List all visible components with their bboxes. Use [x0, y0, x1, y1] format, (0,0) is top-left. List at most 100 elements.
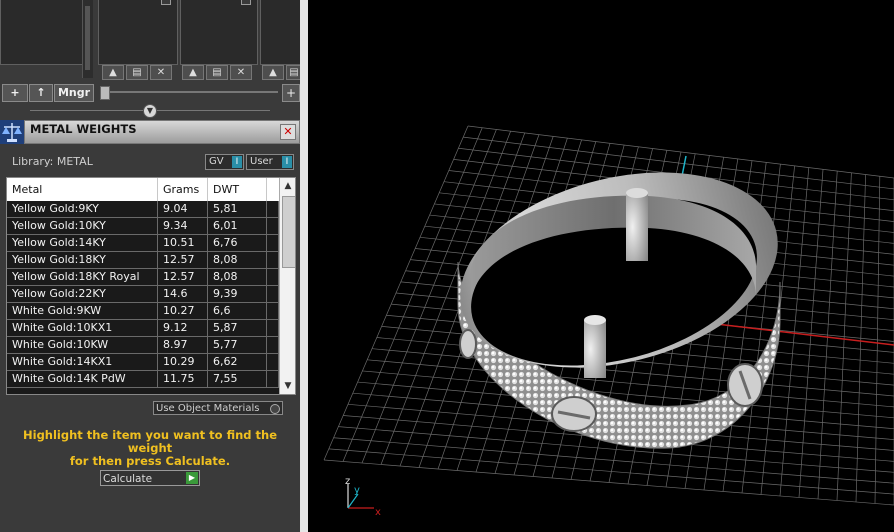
instruction-line-1: Highlight the item you want to find the …: [23, 428, 277, 455]
scale-icon: [0, 120, 24, 144]
cell-dwt: 8,08: [208, 252, 267, 268]
cell-grams: 10.51: [158, 235, 208, 251]
up-arrow-icon[interactable]: ▲: [182, 65, 204, 80]
table-row[interactable]: Yellow Gold:10KY 9.34 6,01: [7, 218, 279, 235]
swatch-tick: [241, 0, 251, 5]
z-axis-label: z: [345, 476, 350, 487]
radio-icon[interactable]: [270, 404, 280, 414]
y-axis-label: y: [354, 485, 360, 496]
table-row[interactable]: White Gold:14K PdW 11.75 7,55: [7, 371, 279, 388]
table-scrollbar[interactable]: ▲ ▼: [279, 178, 295, 394]
cell-grams: 12.57: [158, 252, 208, 268]
table-row[interactable]: White Gold:10KW 8.97 5,77: [7, 337, 279, 354]
swatch-3-buttons: ▲ ▤ ✕: [182, 65, 252, 80]
cell-metal: White Gold:14K PdW: [7, 371, 158, 387]
close-icon[interactable]: ✕: [280, 124, 296, 140]
cell-grams: 9.34: [158, 218, 208, 234]
metal-weights-header: METAL WEIGHTS ✕: [0, 120, 300, 144]
add-button[interactable]: +: [2, 84, 28, 102]
axis-gizmo: z y x: [345, 476, 381, 518]
chevron-up-icon[interactable]: ▲: [281, 180, 295, 192]
metal-weights-table: Metal Grams DWT Yellow Gold:9KY 9.04 5,81 Y…: [6, 177, 296, 395]
cell-dwt: 6,76: [208, 235, 267, 251]
use-object-materials-option[interactable]: Use Object Materials: [153, 401, 283, 415]
cell-spacer: [267, 218, 279, 234]
cell-spacer: [267, 286, 279, 302]
gv-toggle[interactable]: GV I: [205, 154, 244, 170]
cell-metal: Yellow Gold:22KY: [7, 286, 158, 302]
cell-metal: Yellow Gold:18KY Royal: [7, 269, 158, 285]
table-row[interactable]: Yellow Gold:18KY Royal 12.57 8,08: [7, 269, 279, 286]
play-icon: ▶: [186, 472, 198, 484]
cell-dwt: 9,39: [208, 286, 267, 302]
right-add-button[interactable]: +: [282, 84, 300, 102]
cell-metal: White Gold:10KX1: [7, 320, 158, 336]
table-row[interactable]: Yellow Gold:18KY 12.57 8,08: [7, 252, 279, 269]
material-swatch-2[interactable]: [98, 0, 178, 65]
cell-spacer: [267, 252, 279, 268]
size-slider-track[interactable]: [100, 91, 278, 93]
material-swatch-3[interactable]: [180, 0, 258, 65]
material-swatch-4[interactable]: [260, 0, 302, 65]
scrollbar-thumb[interactable]: [282, 196, 295, 268]
calculate-label: Calculate: [103, 473, 153, 485]
save-icon[interactable]: ▤: [126, 65, 148, 80]
library-label: Library: METAL: [12, 155, 93, 168]
table-row[interactable]: White Gold:14KX1 10.29 6,62: [7, 354, 279, 371]
cell-grams: 9.12: [158, 320, 208, 336]
cell-grams: 8.97: [158, 337, 208, 353]
cell-grams: 14.6: [158, 286, 208, 302]
column-header-grams[interactable]: Grams: [158, 178, 208, 201]
cell-dwt: 8,08: [208, 269, 267, 285]
panel-separator[interactable]: [300, 0, 308, 532]
up-button[interactable]: ↑: [29, 84, 53, 102]
size-slider-handle[interactable]: [100, 86, 110, 100]
save-icon[interactable]: ▤: [206, 65, 228, 80]
instruction-text: Highlight the item you want to find the …: [10, 429, 290, 468]
gv-toggle-label: GV: [209, 156, 224, 167]
user-toggle[interactable]: User I: [246, 154, 294, 170]
table-row[interactable]: White Gold:9KW 10.27 6,6: [7, 303, 279, 320]
column-header-dwt[interactable]: DWT: [208, 178, 267, 201]
table-body: Yellow Gold:9KY 9.04 5,81 Yellow Gold:10KY 9…: [7, 201, 279, 394]
cell-spacer: [267, 320, 279, 336]
cell-dwt: 7,55: [208, 371, 267, 387]
manager-button[interactable]: Mngr: [54, 84, 94, 102]
panel-title: METAL WEIGHTS: [30, 122, 137, 136]
cell-metal: Yellow Gold:10KY: [7, 218, 158, 234]
cell-grams: 10.27: [158, 303, 208, 319]
cell-grams: 11.75: [158, 371, 208, 387]
cell-metal: White Gold:10KW: [7, 337, 158, 353]
cell-dwt: 5,81: [208, 201, 267, 217]
chevron-down-icon[interactable]: ▼: [143, 104, 157, 118]
up-arrow-icon[interactable]: ▲: [102, 65, 124, 80]
cell-dwt: 6,01: [208, 218, 267, 234]
close-icon[interactable]: ✕: [150, 65, 172, 80]
table-row[interactable]: Yellow Gold:14KY 10.51 6,76: [7, 235, 279, 252]
table-row[interactable]: Yellow Gold:22KY 14.6 9,39: [7, 286, 279, 303]
chevron-down-icon[interactable]: ▼: [281, 380, 295, 392]
swatch-tick: [161, 0, 171, 5]
viewport-canvas[interactable]: z y x: [308, 0, 894, 532]
cell-spacer: [267, 337, 279, 353]
table-row[interactable]: Yellow Gold:9KY 9.04 5,81: [7, 201, 279, 218]
x-axis-label: x: [375, 507, 381, 518]
cell-metal: White Gold:9KW: [7, 303, 158, 319]
up-arrow-icon[interactable]: ▲: [262, 65, 284, 80]
scrollbar-thumb[interactable]: [85, 6, 90, 70]
cell-spacer: [267, 371, 279, 387]
indicator-icon: I: [232, 156, 242, 168]
calculate-button[interactable]: Calculate ▶: [100, 470, 200, 486]
cell-dwt: 6,62: [208, 354, 267, 370]
cell-metal: Yellow Gold:18KY: [7, 252, 158, 268]
3d-viewport[interactable]: z y x: [308, 0, 894, 532]
table-row[interactable]: White Gold:10KX1 9.12 5,87: [7, 320, 279, 337]
cell-spacer: [267, 235, 279, 251]
material-swatch-1[interactable]: [0, 0, 84, 65]
column-header-spacer: [267, 178, 279, 201]
close-icon[interactable]: ✕: [230, 65, 252, 80]
swatch-4-buttons: ▲ ▤: [262, 65, 302, 80]
cell-grams: 12.57: [158, 269, 208, 285]
column-header-metal[interactable]: Metal: [7, 178, 158, 201]
swatch-scrollbar[interactable]: [82, 0, 93, 78]
